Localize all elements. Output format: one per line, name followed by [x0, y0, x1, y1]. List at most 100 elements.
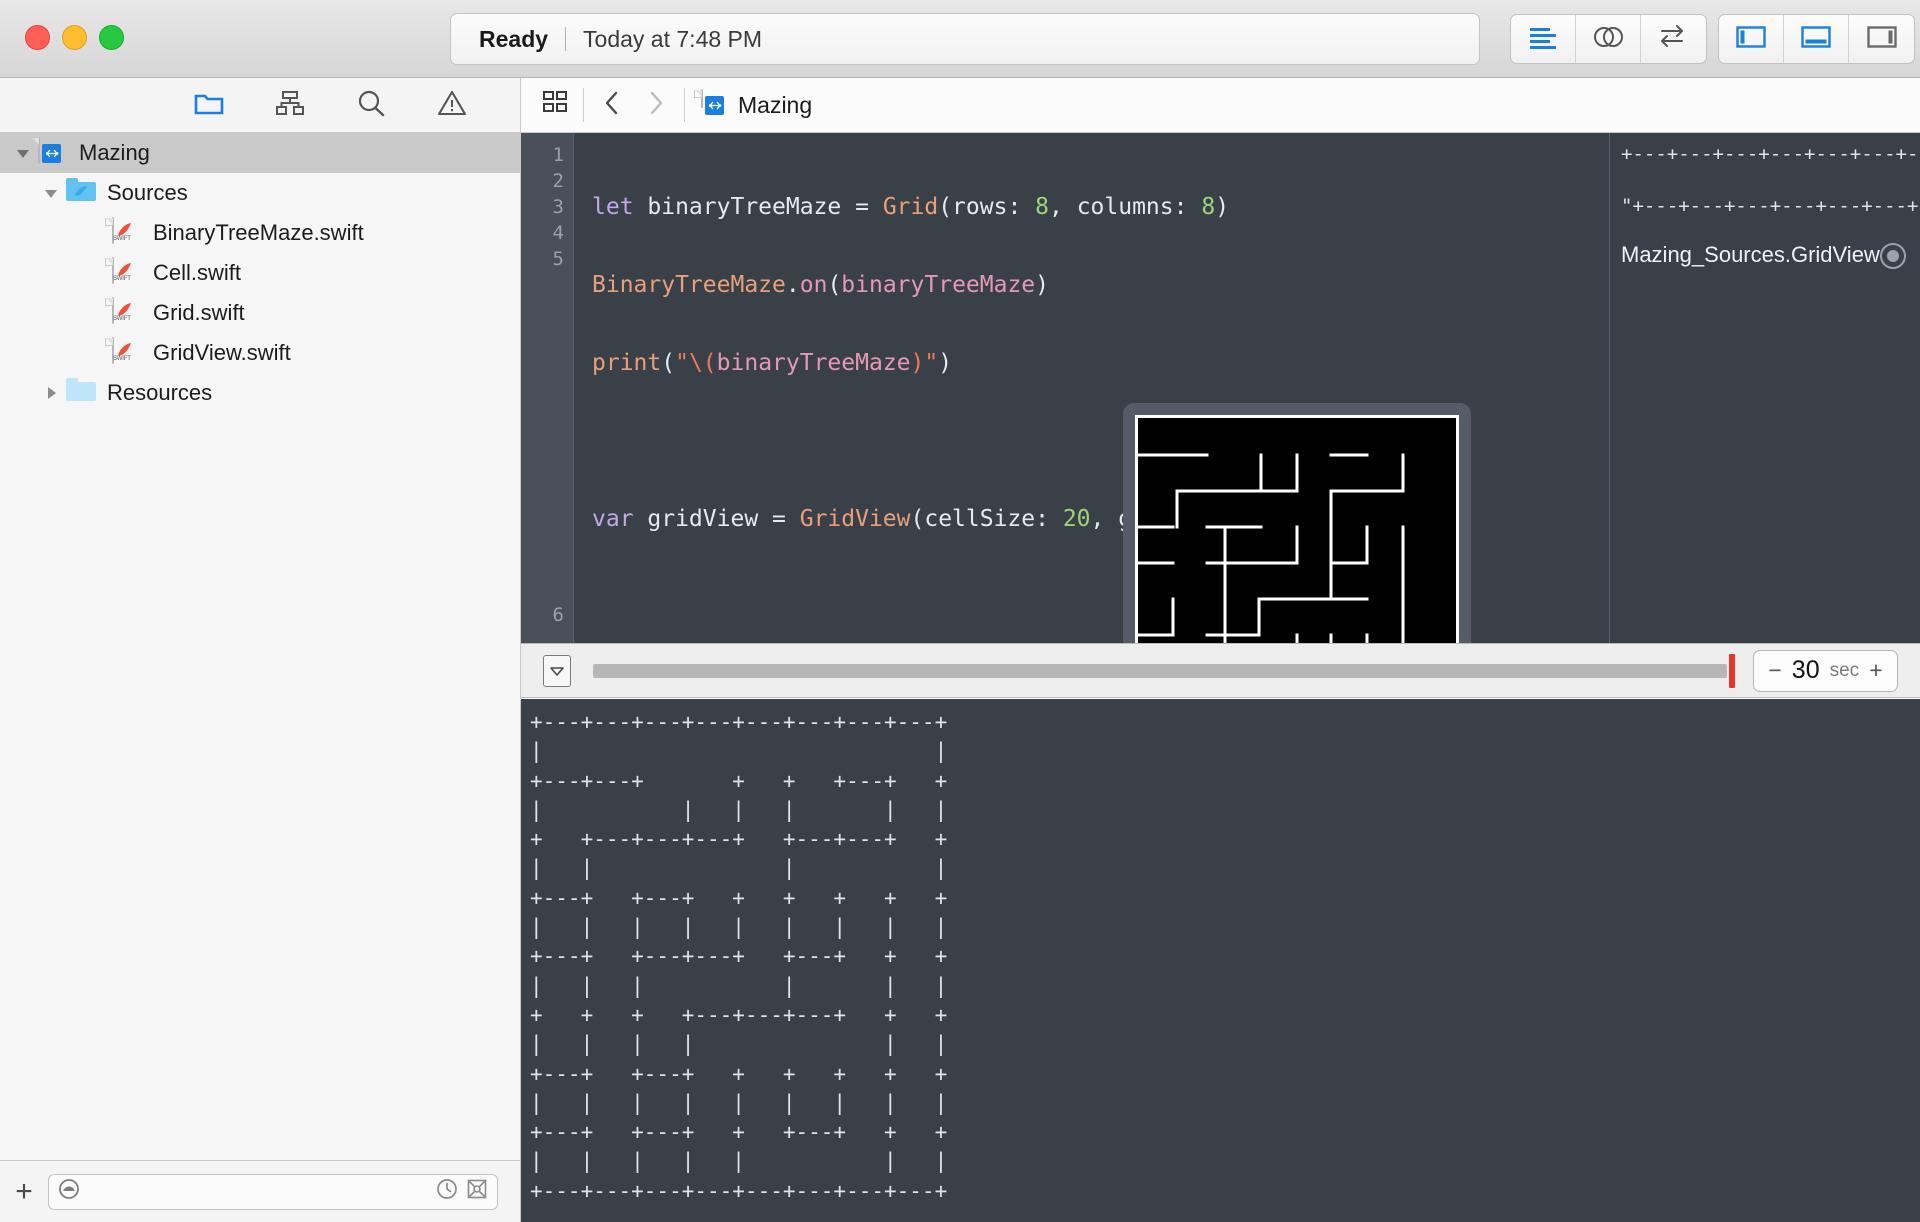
minimize-button[interactable] — [62, 25, 87, 50]
navigator-tabbar — [0, 78, 521, 133]
arrows-swap-icon — [1658, 25, 1690, 54]
duration-decrement-button[interactable]: − — [1768, 657, 1781, 684]
tree-item-resources[interactable]: Resources — [0, 373, 520, 413]
code-token: gridView — [647, 506, 772, 532]
status-timestamp-label: Today at 7:48 PM — [583, 26, 762, 53]
related-items-button[interactable] — [533, 85, 577, 125]
code-token: binaryTreeMaze — [717, 350, 911, 376]
add-file-button[interactable]: + — [0, 1175, 48, 1209]
maze-vector — [1135, 415, 1459, 643]
jumpbar-divider-2 — [684, 88, 685, 122]
issue-navigator-tab[interactable] — [435, 88, 469, 122]
code-token: 20 — [1063, 506, 1091, 532]
tree-item-cell-swift[interactable]: SWIFT Cell.swift — [0, 253, 520, 293]
tree-item-label: BinaryTreeMaze.swift — [153, 222, 364, 244]
code-token: (rows: — [938, 194, 1035, 220]
timeline-slider[interactable] — [593, 664, 1727, 678]
playground-file-icon — [701, 90, 727, 120]
toggle-inspector-button[interactable] — [1849, 15, 1914, 63]
editor-standard-button[interactable] — [1511, 15, 1576, 63]
console-output-area[interactable]: +---+---+---+---+---+---+---+---+ | | +-… — [521, 699, 1920, 1222]
breadcrumb[interactable]: Mazing — [701, 90, 812, 120]
line-number: 3 — [553, 196, 564, 218]
tree-item-sources[interactable]: Sources — [0, 173, 520, 213]
code-token: . — [786, 272, 800, 298]
code-token: Grid — [883, 194, 938, 220]
gridview-maze-preview[interactable] — [1123, 403, 1471, 643]
filter-input[interactable] — [87, 1182, 429, 1202]
playground-file-icon — [38, 138, 68, 168]
panel-left-icon — [1736, 25, 1766, 54]
source-control-icon[interactable] — [465, 1177, 489, 1206]
tree-item-label: Cell.swift — [153, 262, 241, 284]
tree-item-label: Mazing — [79, 142, 150, 164]
venn-circles-icon — [1592, 24, 1624, 55]
code-token: )" — [911, 350, 939, 376]
results-sidebar[interactable]: +---+---+---+---+---+---+---+--… "+---+-… — [1609, 133, 1920, 643]
tree-item-label: Resources — [107, 382, 212, 404]
tree-item-binarytreemaze-swift[interactable]: SWIFT BinaryTreeMaze.swift — [0, 213, 520, 253]
code-token: binaryTreeMaze — [841, 272, 1035, 298]
close-button[interactable] — [25, 25, 50, 50]
result-line-1: +---+---+---+---+---+---+---+--… — [1621, 143, 1920, 165]
line-number: 6 — [553, 604, 564, 626]
chevron-left-icon — [600, 89, 624, 122]
source-editor[interactable]: 1 2 3 4 5 6 let binaryTreeMaze = Grid(ro… — [521, 133, 1920, 643]
duration-stepper[interactable]: − 30 sec + — [1753, 650, 1898, 692]
navigator-filter-bar: + — [0, 1160, 521, 1222]
zoom-button[interactable] — [99, 25, 124, 50]
show-result-icon[interactable] — [1880, 243, 1906, 269]
recent-clock-icon[interactable] — [435, 1177, 459, 1206]
tree-item-gridview-swift[interactable]: SWIFT GridView.swift — [0, 333, 520, 373]
code-token: on — [800, 272, 828, 298]
toggle-navigator-button[interactable] — [1719, 15, 1784, 63]
panel-bottom-icon — [1801, 25, 1831, 54]
code-token: print — [592, 350, 661, 376]
playground-timeline-bar: − 30 sec + — [521, 643, 1920, 698]
filter-field[interactable] — [48, 1174, 498, 1210]
editor-jumpbar: Mazing — [521, 78, 1920, 133]
swift-file-icon: SWIFT — [112, 218, 142, 248]
project-navigator-tree[interactable]: Mazing Sources SWIFT Bin — [0, 133, 521, 1160]
disclosure-triangle-icon[interactable] — [543, 655, 571, 687]
editor-versions-button[interactable] — [1641, 15, 1706, 63]
code-token: BinaryTreeMaze — [592, 272, 786, 298]
duration-value: 30 — [1792, 656, 1820, 685]
lines-icon — [1528, 25, 1558, 54]
filter-scope-icon[interactable] — [57, 1177, 81, 1206]
code-token: GridView — [800, 506, 911, 532]
symbol-navigator-tab[interactable] — [273, 88, 307, 122]
project-navigator-tab[interactable] — [192, 88, 226, 122]
editor-mode-group — [1510, 14, 1707, 64]
code-token: (cellSize: — [911, 506, 1063, 532]
chevron-down-icon[interactable] — [40, 182, 62, 204]
timeline-playhead[interactable] — [1729, 654, 1735, 688]
line-number: 4 — [553, 222, 564, 244]
folder-swift-icon — [66, 178, 96, 208]
editor-assistant-button[interactable] — [1576, 15, 1641, 63]
code-token: 8 — [1035, 194, 1049, 220]
result-line-2: "+---+---+---+---+---+---+---+-… — [1621, 195, 1920, 217]
code-token: ) — [938, 350, 952, 376]
warning-triangle-icon — [437, 89, 467, 122]
navigate-back-button[interactable] — [590, 85, 634, 125]
code-token: = — [772, 506, 800, 532]
code-token: ) — [1215, 194, 1229, 220]
chevron-right-icon[interactable] — [40, 382, 62, 404]
tree-item-label: GridView.swift — [153, 342, 291, 364]
code-token: , columns: — [1049, 194, 1201, 220]
tree-item-grid-swift[interactable]: SWIFT Grid.swift — [0, 293, 520, 333]
navigate-forward-button[interactable] — [634, 85, 678, 125]
jumpbar-divider-1 — [583, 88, 584, 122]
find-navigator-tab[interactable] — [354, 88, 388, 122]
maze-canvas — [1135, 415, 1459, 643]
duration-increment-button[interactable]: + — [1869, 657, 1882, 684]
toggle-debug-area-button[interactable] — [1784, 15, 1849, 63]
tree-item-mazing[interactable]: Mazing — [0, 133, 520, 173]
code-line-1: let binaryTreeMaze = Grid(rows: 8, colum… — [592, 194, 1609, 220]
panel-right-icon — [1867, 25, 1897, 54]
line-number: 5 — [553, 248, 564, 270]
status-bar: Ready Today at 7:48 PM — [450, 13, 1480, 65]
folder-plain-icon — [66, 378, 96, 408]
duration-unit-label: sec — [1830, 660, 1860, 682]
